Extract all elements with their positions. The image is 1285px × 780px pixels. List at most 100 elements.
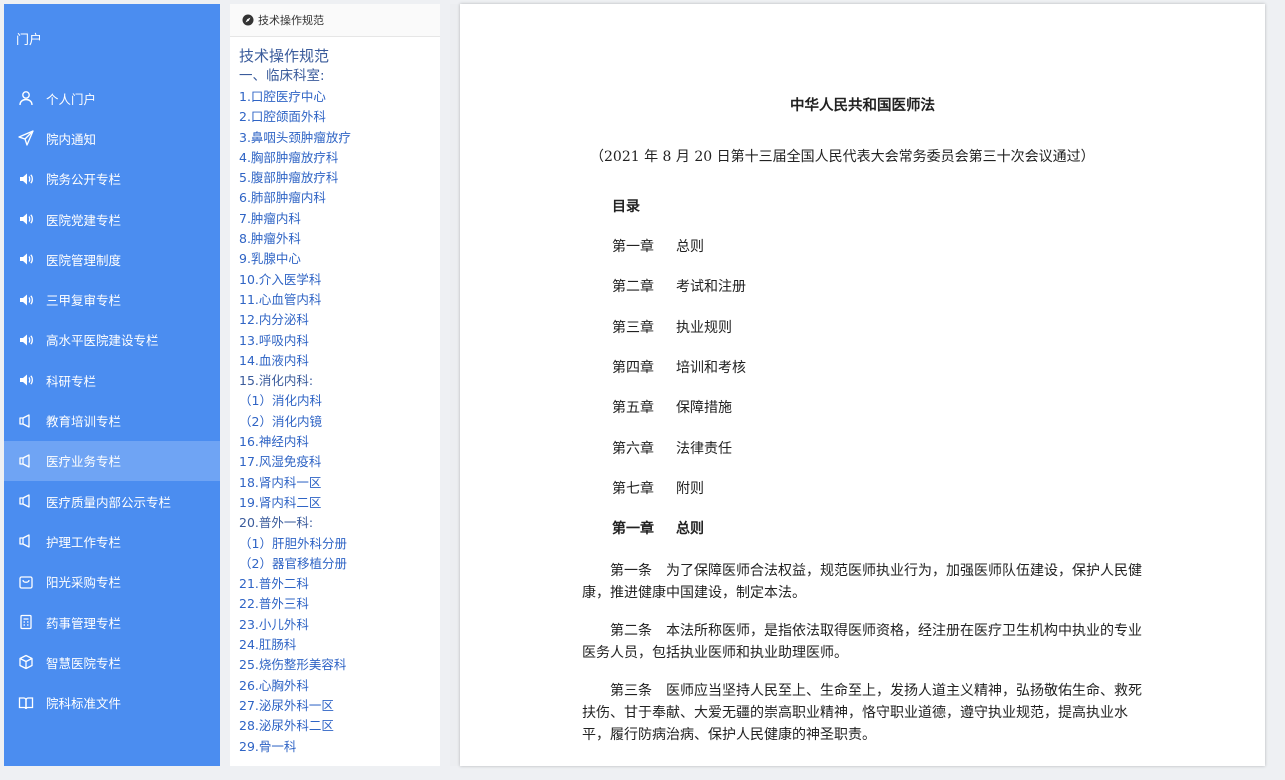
chapter-number: 第一章 [612, 521, 654, 537]
toc-entry: 第三章 执业规则 [612, 317, 732, 337]
tree-link[interactable]: （2）器官移植分册 [230, 554, 440, 574]
document-subtitle: （2021 年 8 月 20 日第十三届全国人民代表大会常务委员会第三十次会议通… [590, 149, 1095, 165]
toc-entry: 第一章 总则 [612, 236, 704, 256]
tree-group-heading: 20.普外一科: [239, 515, 314, 531]
tree-link[interactable]: 4.胸部肿瘤放疗科 [230, 148, 440, 168]
tree-link[interactable]: 11.心血管内科 [230, 290, 440, 310]
document-title: 中华人民共和国医师法 [790, 97, 935, 114]
sidebar-item[interactable]: 院务公开专栏 [4, 159, 220, 199]
sidebar-item-label: 医院党建专栏 [46, 212, 122, 228]
speaker-icon [16, 209, 36, 229]
toc-entry: 第四章 培训和考核 [612, 357, 746, 377]
sidebar-item-label: 药事管理专栏 [46, 615, 122, 631]
tree-link[interactable]: （2）消化内镜 [230, 412, 440, 432]
toc-chapter-name: 培训和考核 [676, 359, 746, 376]
tree-link[interactable]: 7.肿瘤内科 [230, 209, 440, 229]
toc-entry: 第七章 附则 [612, 478, 704, 498]
sidebar-item-label: 院务公开专栏 [46, 172, 122, 188]
tree-link[interactable]: （1）肝胆外科分册 [230, 534, 440, 554]
sidebar-item[interactable]: 阳光采购专栏 [4, 562, 220, 602]
tree-link[interactable]: 25.烧伤整形美容科 [230, 655, 440, 675]
tree-link[interactable]: 18.肾内科一区 [230, 473, 440, 493]
sidebar-item[interactable]: 院科标准文件 [4, 682, 220, 722]
tree-link[interactable]: 6.肺部肿瘤内科 [230, 188, 440, 208]
sidebar-item[interactable]: 药事管理专栏 [4, 602, 220, 642]
toc-chapter: 第一章 [612, 239, 654, 255]
toc-chapter-name: 附则 [676, 480, 704, 497]
chapter-heading: 第一章 总则 [612, 518, 704, 538]
speaker-outline-icon [16, 531, 36, 551]
sidebar-item[interactable]: 高水平医院建设专栏 [4, 320, 220, 360]
article-1: 第一条 为了保障医师合法权益，规范医师执业行为，加强医师队伍建设，保护人民健康，… [582, 563, 1142, 601]
sidebar-item-label: 智慧医院专栏 [46, 655, 122, 671]
tree-link[interactable]: 29.骨一科 [230, 737, 440, 757]
document-viewer: 中华人民共和国医师法 （2021 年 8 月 20 日第十三届全国人民代表大会常… [460, 4, 1265, 766]
book-icon [16, 693, 36, 713]
toc-chapter: 第三章 [612, 319, 654, 336]
sidebar-item[interactable]: 医疗业务专栏 [4, 440, 220, 481]
sidebar-item[interactable]: 个人门户 [4, 78, 220, 118]
tree-link[interactable]: 2.口腔颌面外科 [230, 107, 440, 127]
tree-link[interactable]: 19.肾内科二区 [230, 493, 440, 513]
toc-entry: 第五章 保障措施 [612, 397, 732, 417]
speaker-outline-icon [16, 451, 36, 471]
tree-header[interactable]: 技术操作规范 [230, 4, 440, 37]
tree-link[interactable]: 21.普外二科 [230, 574, 440, 594]
toc-chapter-name: 法律责任 [676, 440, 732, 457]
sidebar-item[interactable]: 三甲复审专栏 [4, 279, 220, 319]
tree-link[interactable]: 16.神经内科 [230, 432, 440, 452]
sidebar-item[interactable]: 医疗质量内部公示专栏 [4, 481, 220, 521]
toc-chapter: 第二章 [612, 279, 654, 296]
tree-link[interactable]: 14.血液内科 [230, 351, 440, 371]
tree-link[interactable]: 12.内分泌科 [230, 310, 440, 330]
tree-header-label: 技术操作规范 [258, 14, 324, 27]
tree-section: 一、临床科室: [239, 68, 325, 84]
tree-link[interactable]: 1.口腔医疗中心 [230, 87, 440, 107]
toc-entry: 第二章 考试和注册 [612, 276, 746, 296]
sidebar-item[interactable]: 医院管理制度 [4, 239, 220, 279]
sidebar-item[interactable]: 智慧医院专栏 [4, 642, 220, 682]
toc-chapter: 第七章 [612, 480, 654, 497]
toc-chapter: 第四章 [612, 359, 654, 376]
pane-divider[interactable] [450, 4, 460, 766]
toc-chapter-name: 保障措施 [676, 400, 732, 417]
toc-chapter: 第五章 [612, 400, 654, 417]
tree-link[interactable]: （1）消化内科 [230, 391, 440, 411]
sidebar-item-label: 三甲复审专栏 [46, 293, 122, 309]
sidebar-item-label: 护理工作专栏 [46, 534, 122, 550]
chapter-name: 总则 [676, 521, 704, 537]
sidebar-item-label: 高水平医院建设专栏 [46, 333, 159, 349]
tree-link[interactable]: 27.泌尿外科一区 [230, 696, 440, 716]
tree-link[interactable]: 22.普外三科 [230, 594, 440, 614]
tree-link[interactable]: 28.泌尿外科二区 [230, 716, 440, 736]
tree-link[interactable]: 9.乳腺中心 [230, 249, 440, 269]
tree-link[interactable]: 23.小儿外科 [230, 615, 440, 635]
tree-group-heading: 15.消化内科: [239, 373, 314, 389]
sidebar-item-label: 阳光采购专栏 [46, 575, 122, 591]
tree-link[interactable]: 5.腹部肿瘤放疗科 [230, 168, 440, 188]
sidebar-item-label: 科研专栏 [46, 373, 97, 389]
speaker-icon [16, 169, 36, 189]
sidebar-item[interactable]: 教育培训专栏 [4, 400, 220, 440]
sidebar-item[interactable]: 院内通知 [4, 118, 220, 158]
bag-icon [16, 572, 36, 592]
toc-entry: 第六章 法律责任 [612, 438, 732, 458]
speaker-icon [16, 249, 36, 269]
tree-link[interactable]: 8.肿瘤外科 [230, 229, 440, 249]
tree-link[interactable]: 17.风湿免疫科 [230, 452, 440, 472]
toc-chapter-name: 总则 [676, 239, 704, 255]
calculator-icon [16, 612, 36, 632]
sidebar-item[interactable]: 医院党建专栏 [4, 199, 220, 239]
article-2: 第二条 本法所称医师，是指依法取得医师资格，经注册在医疗卫生机构中执业的专业医务… [582, 623, 1142, 661]
user-icon [16, 88, 36, 108]
tree-link[interactable]: 10.介入医学科 [230, 270, 440, 290]
tree-link[interactable]: 3.鼻咽头颈肿瘤放疗 [230, 128, 440, 148]
sidebar-item-label: 院科标准文件 [46, 696, 122, 712]
tree-link[interactable]: 26.心胸外科 [230, 676, 440, 696]
tree-link[interactable]: 24.肛肠科 [230, 635, 440, 655]
sidebar-item-label: 教育培训专栏 [46, 414, 122, 430]
sidebar-item[interactable]: 科研专栏 [4, 360, 220, 400]
sidebar-item[interactable]: 护理工作专栏 [4, 521, 220, 561]
tree-link[interactable]: 13.呼吸内科 [230, 331, 440, 351]
toc-chapter-name: 考试和注册 [676, 279, 746, 296]
